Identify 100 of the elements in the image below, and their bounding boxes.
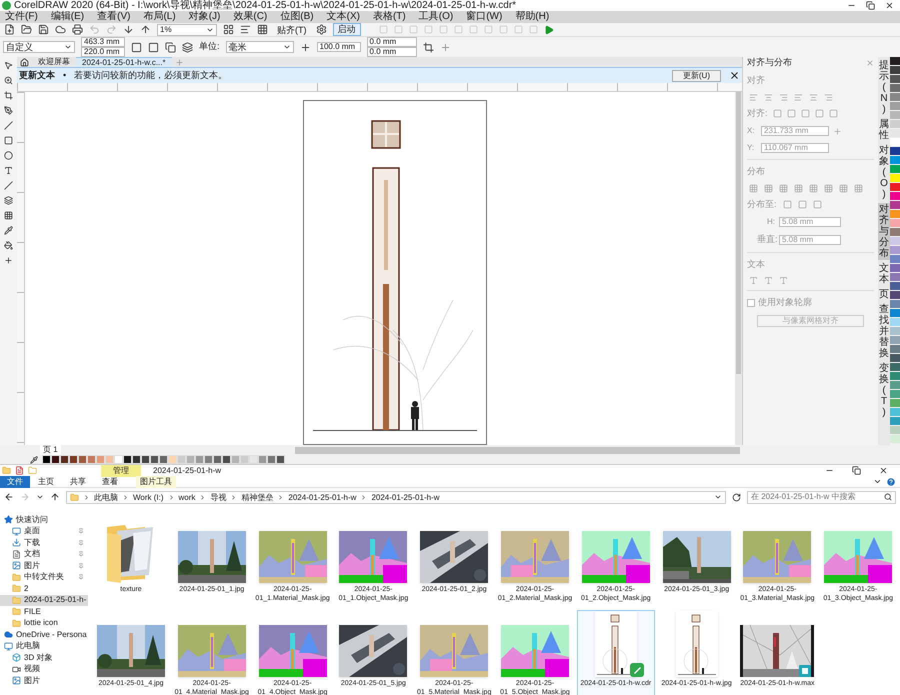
color-swatch[interactable] [890, 84, 900, 93]
close-icon[interactable] [729, 70, 740, 81]
units-dropdown[interactable]: 毫米 [226, 41, 294, 53]
portrait-icon[interactable] [131, 42, 142, 52]
docker-tab[interactable]: 页 [878, 288, 890, 301]
crop-icon[interactable] [4, 91, 13, 100]
zoom-field[interactable]: 1% [157, 24, 217, 36]
zoom-icon[interactable] [4, 76, 13, 85]
text-icon[interactable] [4, 166, 13, 175]
duplicate-x-field[interactable]: 0.0 mm [366, 37, 417, 47]
launch-button[interactable]: 启动 [332, 23, 360, 36]
color-swatch[interactable] [141, 455, 150, 464]
distribute-icon[interactable] [764, 184, 773, 192]
color-swatch[interactable] [186, 455, 195, 464]
docker-tab[interactable]: 文本 [878, 262, 890, 286]
color-swatch[interactable] [42, 455, 51, 464]
docker-tab[interactable]: 对齐与分布 [878, 203, 890, 260]
back-icon[interactable] [4, 492, 14, 502]
color-swatch[interactable] [890, 174, 900, 183]
docker-tab[interactable]: 提示(N) [878, 59, 890, 116]
eyedropper-icon[interactable] [4, 226, 13, 235]
align-icon[interactable] [824, 92, 833, 102]
color-swatch[interactable] [168, 455, 177, 464]
close-icon[interactable] [879, 466, 888, 475]
color-swatch[interactable] [159, 455, 168, 464]
up-icon[interactable] [50, 492, 60, 502]
color-swatch[interactable] [890, 273, 900, 282]
nudge-field[interactable]: 100.0 mm [316, 42, 361, 52]
export-icon[interactable] [140, 24, 151, 35]
color-swatch[interactable] [890, 291, 900, 300]
docker-tab[interactable]: 查找并替换 [878, 303, 890, 360]
menu-item[interactable]: 查看(V) [97, 11, 130, 23]
menu-item[interactable]: 表格(T) [372, 11, 406, 23]
add-icon[interactable] [440, 42, 451, 52]
color-swatch[interactable] [890, 300, 900, 309]
snap-button[interactable]: 贴齐(T) [274, 24, 310, 36]
color-swatch[interactable] [132, 455, 141, 464]
address-bar[interactable]: 此电脑 Work (I:) work 导视 精神堡垒 2024-01-25-01-h-w 2024-01-25-01-h-w [66, 490, 726, 504]
width-field[interactable]: 463.3 mm [81, 37, 125, 47]
color-swatch[interactable] [150, 455, 159, 464]
nav-item[interactable]: 此电脑 [0, 640, 88, 652]
color-swatch[interactable] [890, 156, 900, 165]
distribute-icon[interactable] [854, 184, 863, 192]
distribute-icon[interactable] [749, 184, 758, 192]
height-field[interactable]: 220.0 mm [81, 47, 125, 57]
distribute-icon[interactable] [794, 184, 803, 192]
ribbon-tab[interactable]: 主页 [30, 476, 62, 488]
cloud-icon[interactable] [55, 24, 66, 35]
menu-item[interactable]: 位图(B) [280, 11, 314, 23]
menu-item[interactable]: 文件(F) [5, 11, 38, 23]
nav-item[interactable]: 图片 [0, 560, 88, 572]
color-swatch[interactable] [890, 309, 900, 318]
nav-item[interactable]: 桌面 [0, 526, 88, 537]
new-tab-icon[interactable] [174, 58, 184, 67]
color-swatch[interactable] [890, 93, 900, 102]
color-swatch[interactable] [105, 455, 114, 464]
breadcrumb[interactable]: 此电脑 [94, 492, 118, 502]
align-icon[interactable] [764, 92, 773, 102]
update-button[interactable]: 更新(U) [672, 70, 721, 82]
color-swatch[interactable] [890, 435, 900, 444]
color-swatch[interactable] [890, 363, 900, 372]
menu-item[interactable]: 编辑(E) [50, 11, 84, 23]
grid-icon[interactable] [257, 24, 268, 35]
search-icon[interactable] [884, 493, 892, 501]
color-swatch[interactable] [96, 455, 105, 464]
recent-icon[interactable] [36, 493, 44, 501]
color-swatch[interactable] [890, 255, 900, 264]
nav-item[interactable]: 快速访问 [0, 514, 88, 526]
align-icon[interactable] [779, 92, 788, 102]
color-swatch[interactable] [51, 455, 60, 464]
menu-item[interactable]: 窗口(W) [466, 11, 502, 23]
ribbon-tab[interactable]: 查看 [94, 476, 126, 488]
distribute-icon[interactable] [779, 184, 788, 192]
text-align-icon[interactable] [764, 276, 773, 285]
menu-item[interactable]: 布局(L) [143, 11, 176, 23]
text-align-icon[interactable] [779, 276, 788, 285]
color-swatch[interactable] [890, 345, 900, 354]
color-swatch[interactable] [890, 390, 900, 399]
color-swatch[interactable] [890, 57, 900, 66]
menu-item[interactable]: 文本(X) [326, 11, 360, 23]
search-field[interactable]: 在 2024-01-25-01-h-w 中搜索 [747, 490, 896, 504]
pages-icon[interactable] [165, 42, 176, 52]
breadcrumb[interactable]: 2024-01-25-01-h-w [288, 492, 356, 502]
import-icon[interactable] [123, 24, 134, 35]
color-swatch[interactable] [890, 183, 900, 192]
fill-icon[interactable] [4, 241, 13, 250]
align-icon[interactable] [809, 92, 818, 102]
nav-item[interactable]: OneDrive - Persona [0, 629, 88, 640]
nav-item[interactable]: lottie icon [0, 618, 88, 629]
color-swatch[interactable] [890, 372, 900, 381]
color-swatch[interactable] [249, 455, 258, 464]
distribute-icon[interactable] [809, 184, 818, 192]
docker-tab[interactable]: 对象(O) [878, 144, 890, 201]
nav-item[interactable]: 图片 [0, 675, 88, 686]
close-icon[interactable] [885, 1, 894, 10]
color-swatch[interactable] [890, 165, 900, 174]
menu-item[interactable]: 工具(O) [418, 11, 454, 23]
nav-item[interactable]: 2024-01-25-01-h- [0, 594, 88, 606]
expand-ribbon-icon[interactable] [873, 477, 882, 486]
color-swatch[interactable] [890, 66, 900, 75]
